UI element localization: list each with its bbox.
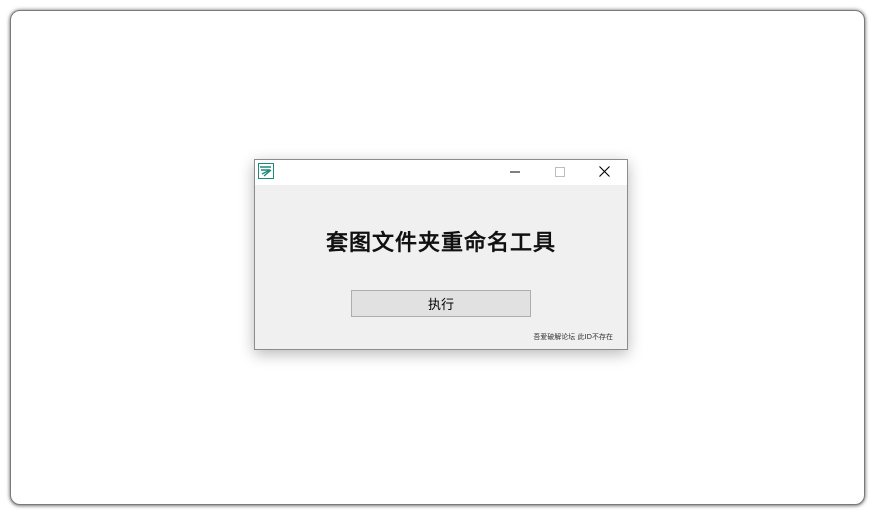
execute-button-label: 执行 [427, 298, 454, 313]
maximize-icon [554, 164, 565, 182]
close-icon [599, 164, 610, 182]
execute-button[interactable]: 执行 [351, 290, 531, 317]
footer-note: 吾爱破解论坛 此ID不存在 [533, 333, 613, 341]
minimize-icon [509, 164, 520, 182]
app-window: 套图文件夹重命名工具 执行 吾爱破解论坛 此ID不存在 [254, 159, 628, 350]
close-button[interactable] [582, 160, 627, 185]
window-titlebar[interactable] [255, 160, 627, 185]
app-title-label: 套图文件夹重命名工具 [325, 230, 556, 256]
minimize-button[interactable] [492, 160, 537, 185]
app-logo-icon [258, 163, 274, 179]
maximize-button[interactable] [537, 160, 582, 185]
